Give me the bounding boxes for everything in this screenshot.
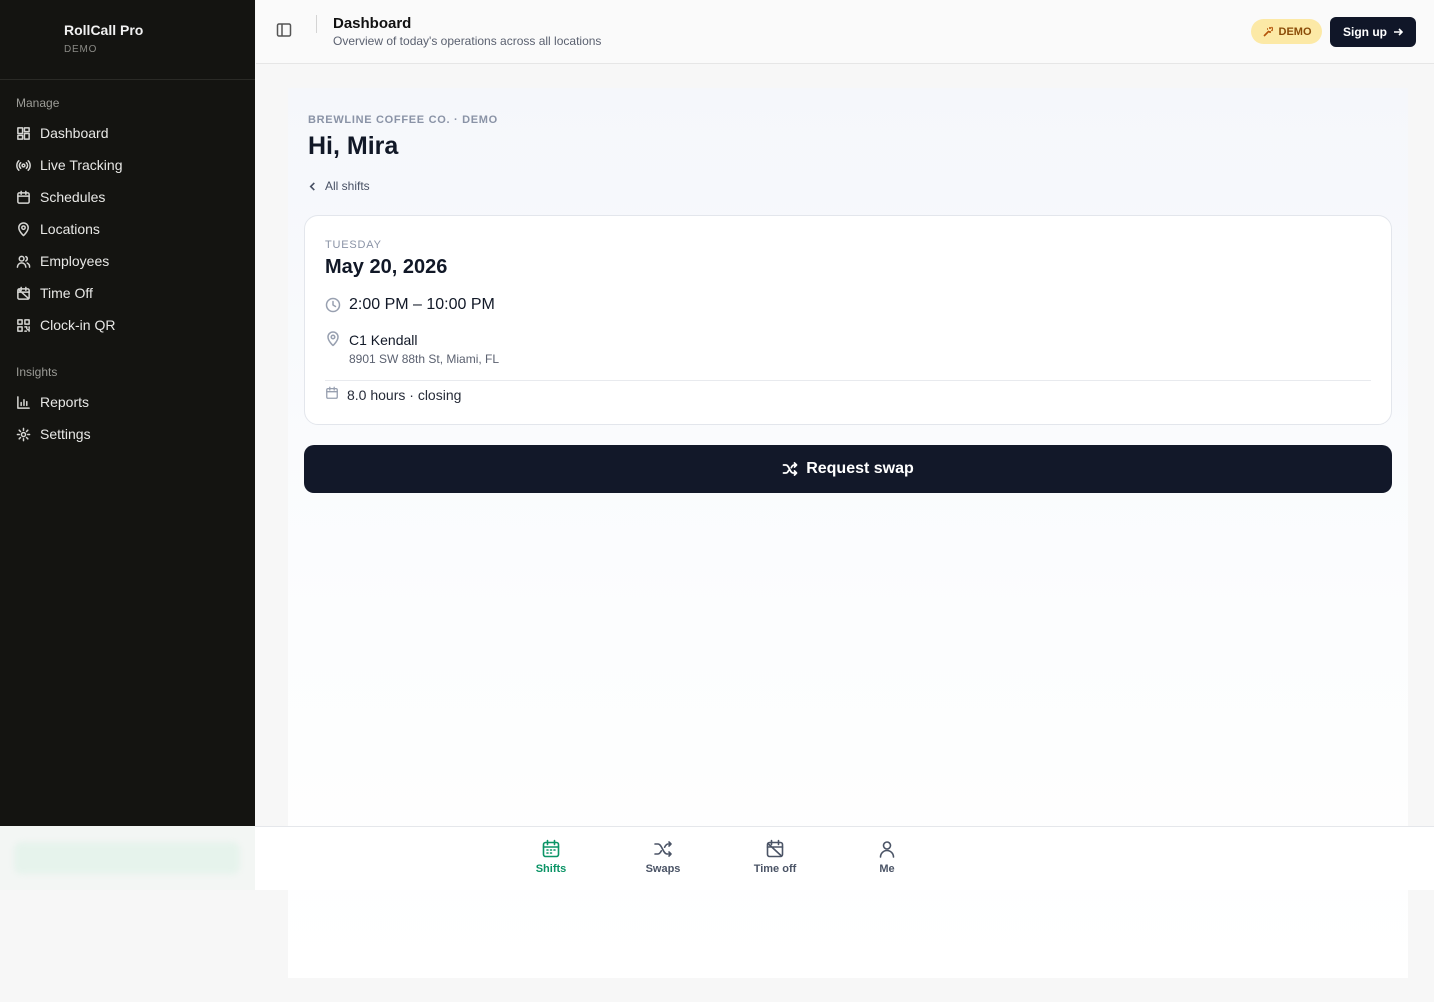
shuffle-icon bbox=[782, 462, 798, 476]
arrow-right-icon bbox=[1394, 28, 1403, 36]
sidebar-item-employees[interactable]: Employees bbox=[0, 245, 255, 277]
sidebar-toggle-icon bbox=[276, 23, 292, 37]
sidebar-item-dashboard[interactable]: Dashboard bbox=[0, 117, 255, 149]
shift-hours: 8.0 hours · closing bbox=[347, 387, 462, 403]
header-divider bbox=[316, 15, 317, 33]
bottom-tab-bar: Shifts Swaps Time off Me bbox=[255, 826, 1434, 890]
all-shifts-label: All shifts bbox=[325, 179, 370, 193]
calendar-icon bbox=[542, 839, 560, 858]
sidebar-item-locations[interactable]: Locations bbox=[0, 213, 255, 245]
clock-icon bbox=[325, 297, 341, 313]
sidebar-footer bbox=[0, 826, 255, 890]
map-pin-icon bbox=[327, 331, 339, 347]
all-shifts-link[interactable]: All shifts bbox=[308, 179, 370, 193]
brand-title: RollCall Pro bbox=[64, 22, 144, 38]
blurred-footer-element bbox=[14, 842, 240, 874]
tab-swaps[interactable]: Swaps bbox=[627, 839, 699, 875]
sidebar-item-reports[interactable]: Reports bbox=[0, 386, 255, 418]
sidebar-item-label: Employees bbox=[40, 253, 110, 269]
brand: RollCall Pro DEMO bbox=[0, 0, 255, 80]
sidebar-item-label: Live Tracking bbox=[40, 157, 123, 173]
sidebar-item-label: Reports bbox=[40, 394, 90, 410]
calendar-icon bbox=[17, 190, 30, 204]
tab-label: Shifts bbox=[535, 863, 567, 875]
shift-card: TUESDAY May 20, 2026 2:00 PM – 10:00 PM … bbox=[304, 215, 1392, 425]
top-header: Dashboard Overview of today's operations… bbox=[256, 0, 1434, 64]
bar-chart-icon bbox=[17, 395, 30, 409]
sidebar-item-label: Time Off bbox=[40, 285, 93, 301]
sidebar-item-clock-in-qr[interactable]: Clock-in QR bbox=[0, 309, 255, 341]
shift-time: 2:00 PM – 10:00 PM bbox=[349, 296, 495, 313]
sidebar-item-live-tracking[interactable]: Live Tracking bbox=[0, 149, 255, 181]
calendar-off-icon bbox=[17, 286, 30, 300]
section-label-manage: Manage bbox=[16, 96, 60, 110]
section-label-insights: Insights bbox=[16, 365, 58, 379]
user-icon bbox=[879, 841, 895, 858]
brand-subtitle: DEMO bbox=[64, 44, 98, 55]
sidebar-toggle-button[interactable] bbox=[276, 22, 296, 42]
page-subtitle: Overview of today's operations across al… bbox=[333, 34, 602, 48]
sparkle-icon bbox=[1262, 26, 1273, 37]
sidebar-item-label: Settings bbox=[40, 426, 91, 442]
sidebar-item-settings[interactable]: Settings bbox=[0, 418, 255, 450]
qr-code-icon bbox=[17, 318, 30, 332]
gear-icon bbox=[16, 427, 31, 441]
request-swap-button[interactable]: Request swap bbox=[304, 445, 1392, 493]
calendar-off-icon bbox=[766, 839, 784, 858]
sidebar-item-label: Dashboard bbox=[40, 125, 109, 141]
request-swap-label: Request swap bbox=[806, 460, 914, 477]
sidebar: RollCall Pro DEMO Manage Dashboard Live … bbox=[0, 0, 255, 826]
demo-badge: DEMO bbox=[1251, 19, 1322, 44]
sidebar-item-schedules[interactable]: Schedules bbox=[0, 181, 255, 213]
company-label: BREWLINE COFFEE CO. · DEMO bbox=[308, 114, 498, 126]
sign-up-button[interactable]: Sign up bbox=[1330, 17, 1416, 47]
sidebar-item-label: Locations bbox=[40, 221, 100, 237]
sidebar-item-label: Schedules bbox=[40, 189, 106, 205]
greeting-heading: Hi, Mira bbox=[308, 132, 399, 160]
location-address: 8901 SW 88th St, Miami, FL bbox=[349, 352, 500, 366]
shuffle-icon bbox=[654, 841, 672, 857]
tab-time-off[interactable]: Time off bbox=[739, 839, 811, 875]
tab-label: Me bbox=[879, 863, 895, 875]
page-title: Dashboard bbox=[333, 15, 412, 32]
tab-label: Swaps bbox=[645, 863, 681, 875]
shift-date: May 20, 2026 bbox=[325, 256, 448, 278]
tab-label: Time off bbox=[753, 863, 797, 875]
tab-shifts[interactable]: Shifts bbox=[515, 839, 587, 875]
calendar-icon bbox=[326, 386, 338, 399]
location-name: C1 Kendall bbox=[349, 332, 418, 348]
sidebar-item-label: Clock-in QR bbox=[40, 317, 116, 333]
chevron-left-icon bbox=[309, 181, 315, 191]
map-pin-icon bbox=[18, 221, 29, 236]
shift-day: TUESDAY bbox=[325, 239, 382, 251]
sign-up-label: Sign up bbox=[1343, 25, 1387, 39]
users-icon bbox=[16, 255, 31, 268]
dashboard-icon bbox=[17, 126, 30, 140]
broadcast-icon bbox=[16, 159, 31, 171]
demo-badge-label: DEMO bbox=[1278, 25, 1312, 38]
sidebar-item-time-off[interactable]: Time Off bbox=[0, 277, 255, 309]
tab-me[interactable]: Me bbox=[851, 839, 923, 875]
card-divider bbox=[325, 380, 1371, 381]
